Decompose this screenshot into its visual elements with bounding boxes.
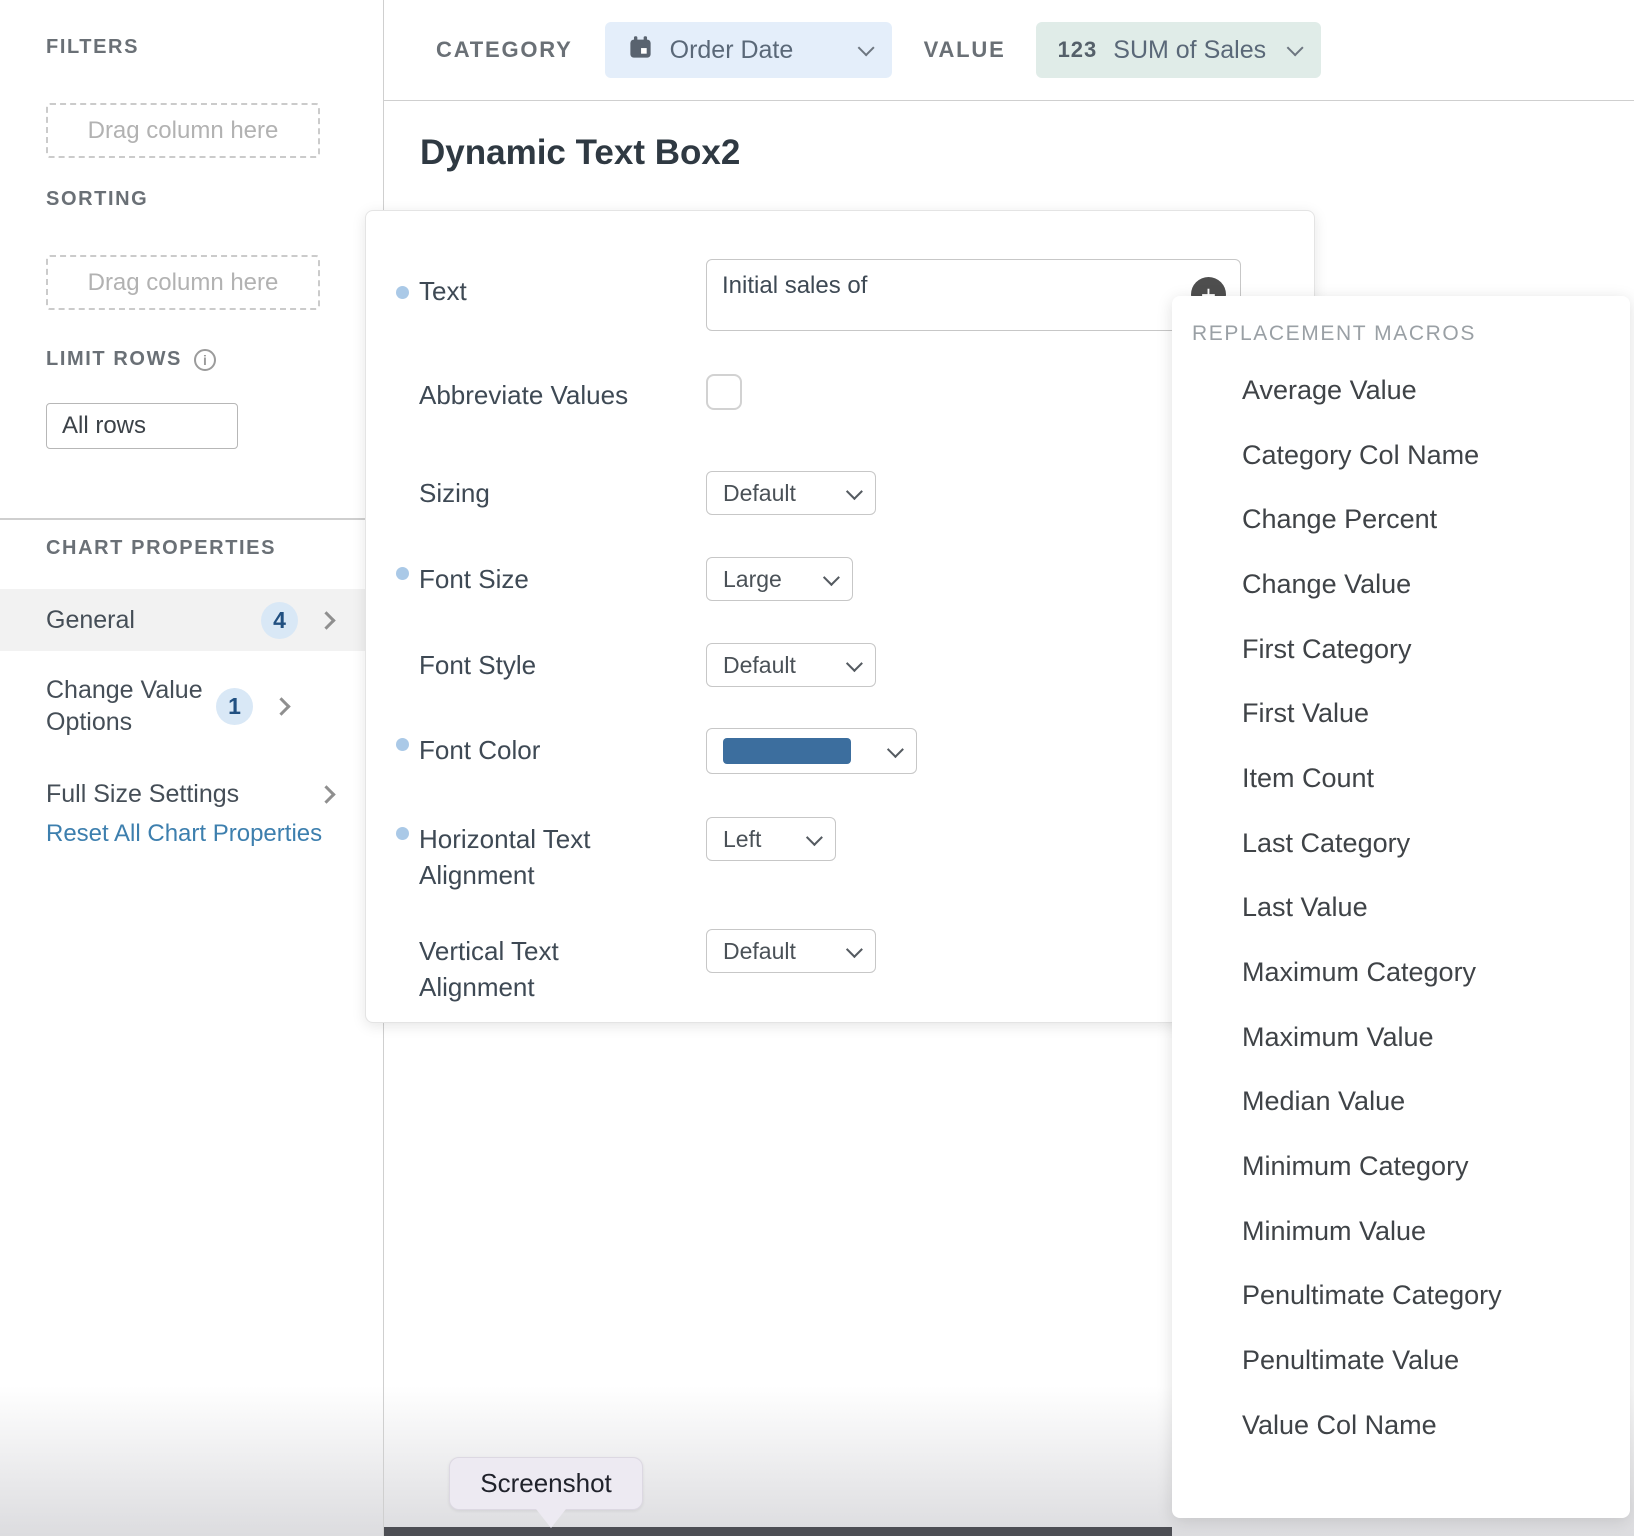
macro-item[interactable]: Last Category [1172,811,1630,876]
chart-config-topbar: CATEGORY Order Date VALUE 123 SUM of Sal… [384,0,1634,101]
modified-dot [396,738,409,751]
sorting-section-label: SORTING [46,188,148,211]
macro-item[interactable]: Maximum Value [1172,1005,1630,1070]
screenshot-tooltip-label: Screenshot [480,1468,612,1499]
numeric-123-icon: 123 [1058,37,1098,63]
macro-item[interactable]: Penultimate Category [1172,1264,1630,1329]
chevron-down-icon [806,829,823,846]
sorting-dropzone-hint: Drag column here [88,269,279,297]
chevron-down-icon [846,655,863,672]
calendar-icon [627,34,654,66]
tooltip-tail [536,1509,566,1528]
chevron-right-icon [317,785,335,803]
value-value: SUM of Sales [1113,36,1286,65]
macro-item[interactable]: Maximum Category [1172,940,1630,1005]
macro-item[interactable]: Minimum Value [1172,1199,1630,1264]
font-style-dropdown[interactable]: Default [706,643,876,687]
bottom-dark-bar [384,1527,1172,1536]
macro-item[interactable]: Minimum Category [1172,1134,1630,1199]
font-size-label: Font Size [419,561,529,597]
screenshot-tooltip: Screenshot [449,1457,643,1510]
macro-item[interactable]: Item Count [1172,746,1630,811]
value-label: VALUE [924,37,1006,63]
filters-dropzone[interactable]: Drag column here [46,103,320,158]
change-value-options-label: Change Value Options [46,674,216,739]
sidebar-item-general[interactable]: General 4 [0,589,383,651]
macro-item[interactable]: Penultimate Value [1172,1328,1630,1393]
limit-rows-input[interactable]: All rows [46,403,238,449]
macro-item[interactable]: Change Percent [1172,487,1630,552]
font-style-label: Font Style [419,647,536,683]
sidebar-item-full-size-settings[interactable]: Full Size Settings [0,761,383,827]
filters-section-label: FILTERS [46,36,139,59]
filters-dropzone-hint: Drag column here [88,117,279,145]
page-title: Dynamic Text Box2 [420,133,740,173]
sorting-dropzone[interactable]: Drag column here [46,255,320,310]
sizing-dropdown[interactable]: Default [706,471,876,515]
limit-rows-label: LIMIT ROWS [46,348,182,371]
replacement-macros-title: REPLACEMENT MACROS [1192,322,1630,346]
general-label: General [46,604,261,637]
font-size-dropdown[interactable]: Large [706,557,853,601]
macro-item[interactable]: Average Value [1172,358,1630,423]
info-icon[interactable]: i [194,349,216,371]
sidebar-item-change-value-options[interactable]: Change Value Options 1 [0,651,383,761]
horizontal-alignment-label: Horizontal Text Alignment [419,821,629,894]
category-selector[interactable]: Order Date [605,22,892,78]
modified-dot [396,286,409,299]
vertical-alignment-label: Vertical Text Alignment [419,933,629,1006]
text-input[interactable]: Initial sales of [706,259,1241,331]
macro-item[interactable]: Change Value [1172,552,1630,617]
abbreviate-values-label: Abbreviate Values [419,377,628,413]
left-sidebar: FILTERS Drag column here SORTING Drag co… [0,0,383,1536]
horizontal-alignment-value: Left [723,826,761,853]
abbreviate-values-checkbox[interactable] [706,374,742,410]
font-style-value: Default [723,652,796,679]
text-label: Text [419,273,467,309]
vertical-alignment-value: Default [723,938,796,965]
modified-dot [396,827,409,840]
category-label: CATEGORY [436,37,573,63]
macro-item[interactable]: Last Value [1172,876,1630,941]
limit-rows-value: All rows [62,412,146,440]
chevron-right-icon [272,697,290,715]
full-size-settings-label: Full Size Settings [46,778,320,811]
macro-item[interactable]: Value Col Name [1172,1393,1630,1458]
sizing-label: Sizing [419,475,490,511]
reset-all-chart-properties-link[interactable]: Reset All Chart Properties [46,820,322,848]
vertical-alignment-dropdown[interactable]: Default [706,929,876,973]
general-count-badge: 4 [261,602,298,639]
chart-properties-label: CHART PROPERTIES [46,537,276,560]
macro-item[interactable]: First Category [1172,617,1630,682]
replacement-macros-panel: REPLACEMENT MACROS Average ValueCategory… [1172,296,1630,1518]
modified-dot [396,567,409,580]
horizontal-alignment-dropdown[interactable]: Left [706,817,836,861]
chevron-down-icon [857,39,874,56]
chevron-down-icon [846,483,863,500]
category-value: Order Date [670,36,858,65]
font-size-value: Large [723,566,782,593]
chevron-down-icon [887,741,904,758]
chevron-down-icon [846,941,863,958]
chevron-down-icon [1286,39,1303,56]
chevron-right-icon [317,611,335,629]
value-selector[interactable]: 123 SUM of Sales [1036,22,1321,78]
font-color-dropdown[interactable] [706,728,917,774]
font-color-label: Font Color [419,732,540,768]
chart-properties-list: General 4 Change Value Options 1 Full Si… [0,589,383,827]
macro-item[interactable]: Category Col Name [1172,423,1630,488]
chevron-down-icon [823,569,840,586]
font-color-swatch [723,738,851,764]
macro-item[interactable]: First Value [1172,681,1630,746]
replacement-macros-list: Average ValueCategory Col NameChange Per… [1172,358,1630,1458]
sizing-value: Default [723,480,796,507]
sidebar-divider [0,518,383,520]
macro-item[interactable]: Median Value [1172,1070,1630,1135]
change-value-options-count-badge: 1 [216,688,253,725]
